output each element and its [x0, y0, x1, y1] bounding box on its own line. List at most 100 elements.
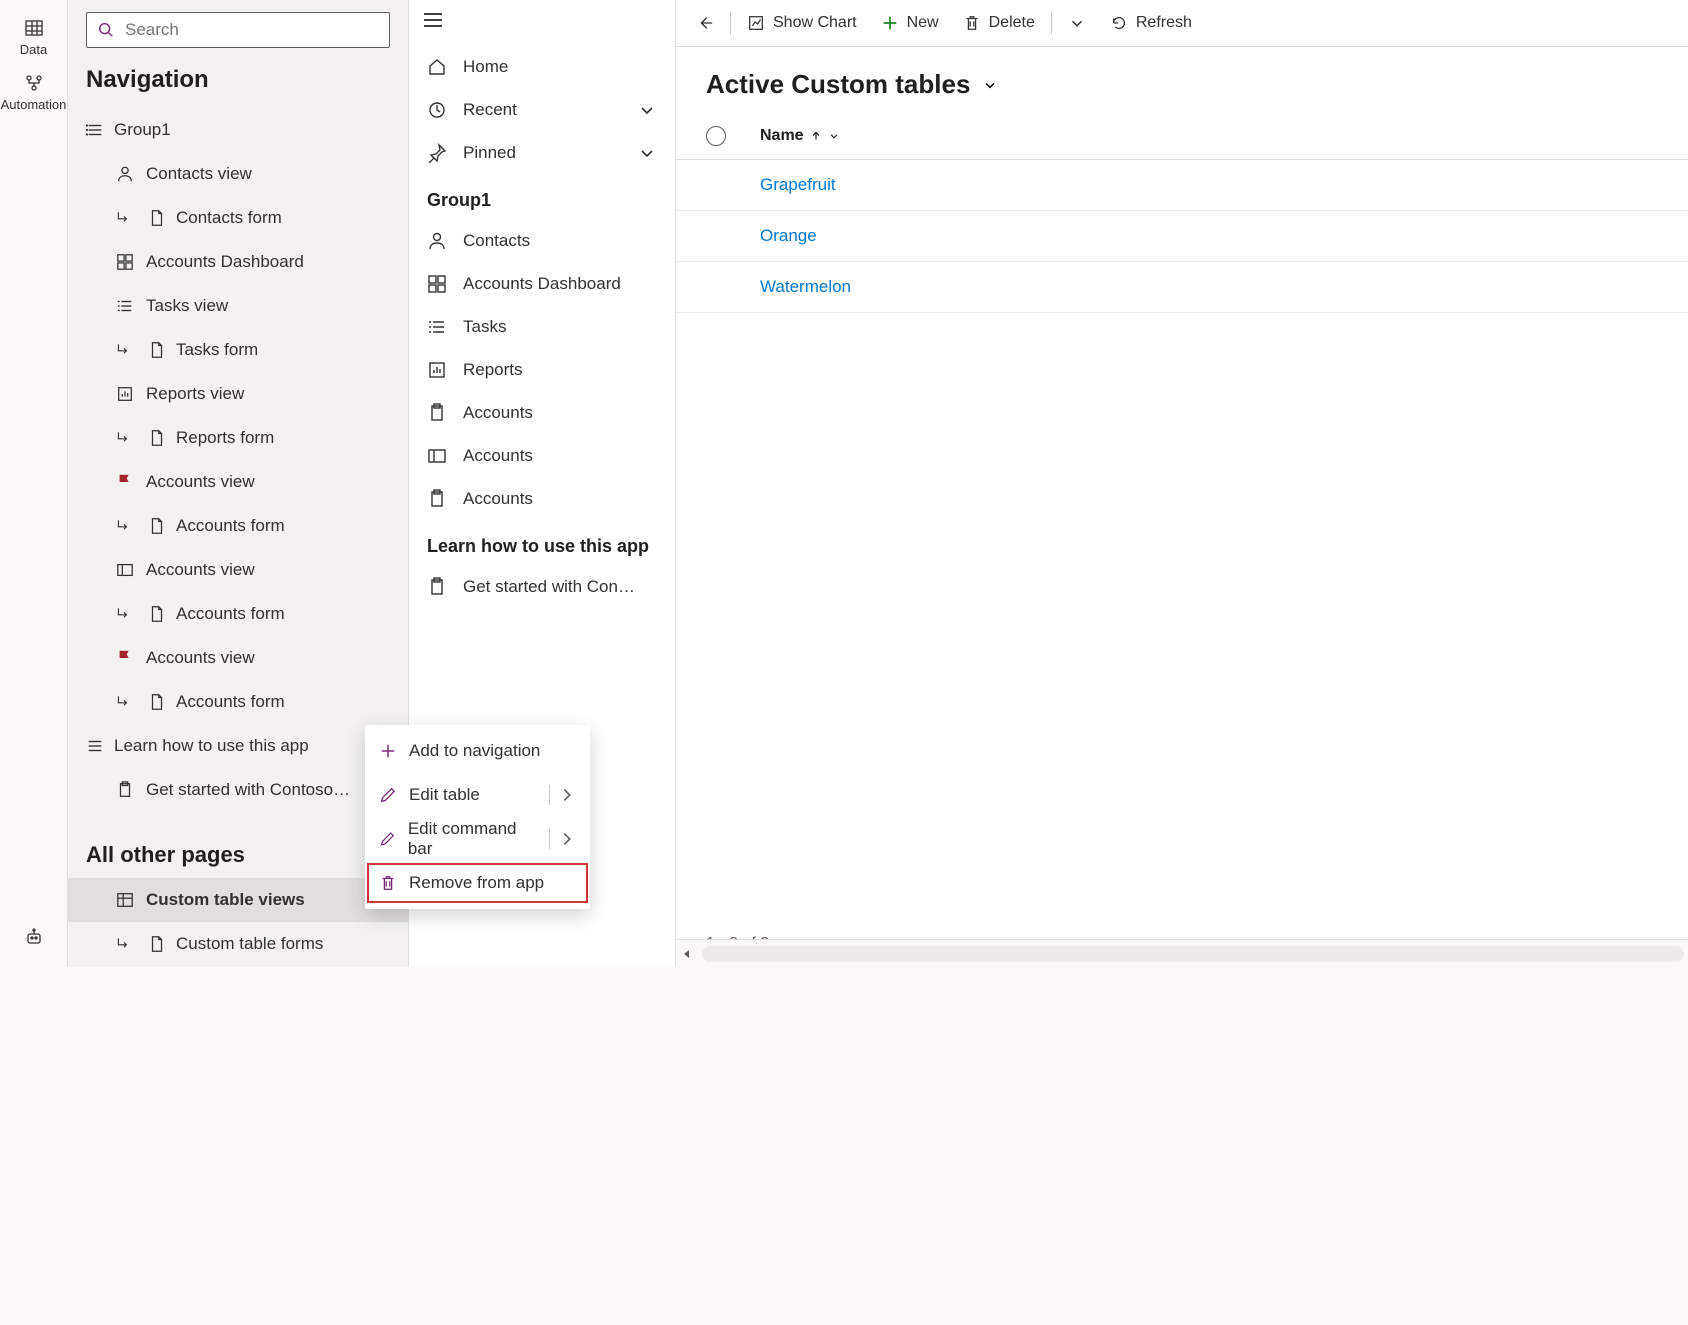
nav-item-accounts-form-3[interactable]: Accounts form [68, 680, 408, 724]
cmd-label: Show Chart [773, 14, 857, 32]
hamburger-button[interactable] [409, 0, 675, 45]
nav-item-label: Contacts view [146, 164, 252, 184]
site-recent[interactable]: Recent [409, 88, 675, 131]
view-title: Active Custom tables [706, 69, 970, 100]
sublink-icon [116, 342, 132, 358]
nav-item-contacts-view[interactable]: Contacts view [68, 152, 408, 196]
chevron-down-icon [828, 130, 840, 142]
person-icon [116, 165, 134, 183]
refresh-icon [1110, 14, 1128, 32]
clipboard-icon [427, 577, 447, 597]
site-accounts-1[interactable]: Accounts [409, 391, 675, 434]
menu-remove-from-app[interactable]: Remove from app [365, 861, 590, 905]
sublink-icon [116, 430, 132, 446]
site-accounts-dashboard[interactable]: Accounts Dashboard [409, 262, 675, 305]
nav-item-label: Get started with Contoso… [146, 780, 350, 800]
nav-group-learn[interactable]: Learn how to use this app [68, 724, 408, 768]
table-icon [24, 18, 44, 38]
site-home[interactable]: Home [409, 45, 675, 88]
menu-item-label: Edit command bar [408, 819, 537, 859]
back-icon [696, 14, 714, 32]
site-pinned[interactable]: Pinned [409, 131, 675, 174]
new-button[interactable]: New [871, 0, 949, 46]
row-link[interactable]: Grapefruit [706, 175, 836, 195]
delete-button[interactable]: Delete [953, 0, 1045, 46]
nav-item-label: Reports view [146, 384, 244, 404]
menu-item-label: Edit table [409, 785, 480, 805]
document-icon [148, 605, 166, 623]
nav-item-label: Accounts form [176, 516, 285, 536]
select-all-checkbox[interactable] [706, 126, 746, 146]
list-icon [427, 317, 447, 337]
table-row[interactable]: Grapefruit [676, 160, 1688, 211]
table-row[interactable]: Watermelon [676, 262, 1688, 313]
table-row[interactable]: Orange [676, 211, 1688, 262]
sublink-icon [116, 210, 132, 226]
chevron-down-icon [637, 143, 657, 163]
site-item-label: Reports [463, 360, 523, 380]
menu-edit-command-bar[interactable]: Edit command bar [365, 817, 590, 861]
document-icon [148, 209, 166, 227]
back-button[interactable] [686, 0, 724, 46]
chevron-down-icon [637, 100, 657, 120]
column-label: Name [760, 127, 804, 145]
search-box[interactable] [86, 12, 390, 48]
table-header: Name [676, 112, 1688, 160]
site-item-label: Pinned [463, 143, 516, 163]
flag-icon [116, 649, 134, 667]
context-menu: Add to navigation Edit table Edit comman… [365, 725, 590, 909]
scroll-left-button[interactable] [676, 940, 698, 967]
list-icon [116, 297, 134, 315]
nav-item-tasks-view[interactable]: Tasks view [68, 284, 408, 328]
row-link[interactable]: Watermelon [706, 277, 851, 297]
nav-item-label: Custom table forms [176, 934, 323, 954]
nav-item-accounts-form-1[interactable]: Accounts form [68, 504, 408, 548]
nav-item-custom-table-forms[interactable]: Custom table forms [68, 922, 408, 966]
column-header-name[interactable]: Name [746, 127, 840, 145]
refresh-button[interactable]: Refresh [1100, 0, 1202, 46]
nav-item-tasks-form[interactable]: Tasks form [68, 328, 408, 372]
nav-item-reports-view[interactable]: Reports view [68, 372, 408, 416]
dashboard-icon [427, 274, 447, 294]
site-group-learn: Learn how to use this app [409, 520, 675, 565]
site-reports[interactable]: Reports [409, 348, 675, 391]
pane-icon [116, 561, 134, 579]
nav-item-accounts-view-2[interactable]: Accounts view [68, 548, 408, 592]
nav-item-custom-table-views[interactable]: Custom table views [68, 878, 408, 922]
menu-add-to-navigation[interactable]: Add to navigation [365, 729, 590, 773]
nav-item-accounts-form-2[interactable]: Accounts form [68, 592, 408, 636]
rail-bot[interactable] [0, 919, 67, 959]
menu-edit-table[interactable]: Edit table [365, 773, 590, 817]
site-contacts[interactable]: Contacts [409, 219, 675, 262]
rail-automation[interactable]: Automation [0, 65, 67, 120]
trash-icon [963, 14, 981, 32]
search-input[interactable] [125, 20, 379, 40]
home-icon [427, 57, 447, 77]
chevron-down-icon[interactable] [982, 77, 998, 93]
nav-item-get-started[interactable]: Get started with Contoso… [68, 768, 408, 812]
site-get-started[interactable]: Get started with Con… [409, 565, 675, 608]
horizontal-scrollbar[interactable] [676, 939, 1688, 967]
nav-item-accounts-view-3[interactable]: Accounts view [68, 636, 408, 680]
nav-item-contacts-form[interactable]: Contacts form [68, 196, 408, 240]
site-item-label: Get started with Con… [463, 577, 635, 597]
nav-item-label: Accounts view [146, 648, 255, 668]
site-accounts-3[interactable]: Accounts [409, 477, 675, 520]
nav-item-label: Accounts form [176, 692, 285, 712]
nav-item-label: Accounts view [146, 560, 255, 580]
delete-dropdown-button[interactable] [1058, 0, 1096, 46]
scroll-track[interactable] [702, 946, 1684, 962]
main-content: Show Chart New Delete Refresh Active Cus… [676, 0, 1688, 967]
nav-item-label: Custom table views [146, 890, 305, 910]
rail-data-label: Data [20, 42, 47, 57]
show-chart-button[interactable]: Show Chart [737, 0, 867, 46]
site-accounts-2[interactable]: Accounts [409, 434, 675, 477]
nav-item-accounts-dashboard[interactable]: Accounts Dashboard [68, 240, 408, 284]
nav-item-reports-form[interactable]: Reports form [68, 416, 408, 460]
nav-group-group1[interactable]: Group1 [68, 108, 408, 152]
document-icon [148, 517, 166, 535]
rail-data[interactable]: Data [0, 10, 67, 65]
nav-item-accounts-view-1[interactable]: Accounts view [68, 460, 408, 504]
row-link[interactable]: Orange [706, 226, 817, 246]
site-tasks[interactable]: Tasks [409, 305, 675, 348]
